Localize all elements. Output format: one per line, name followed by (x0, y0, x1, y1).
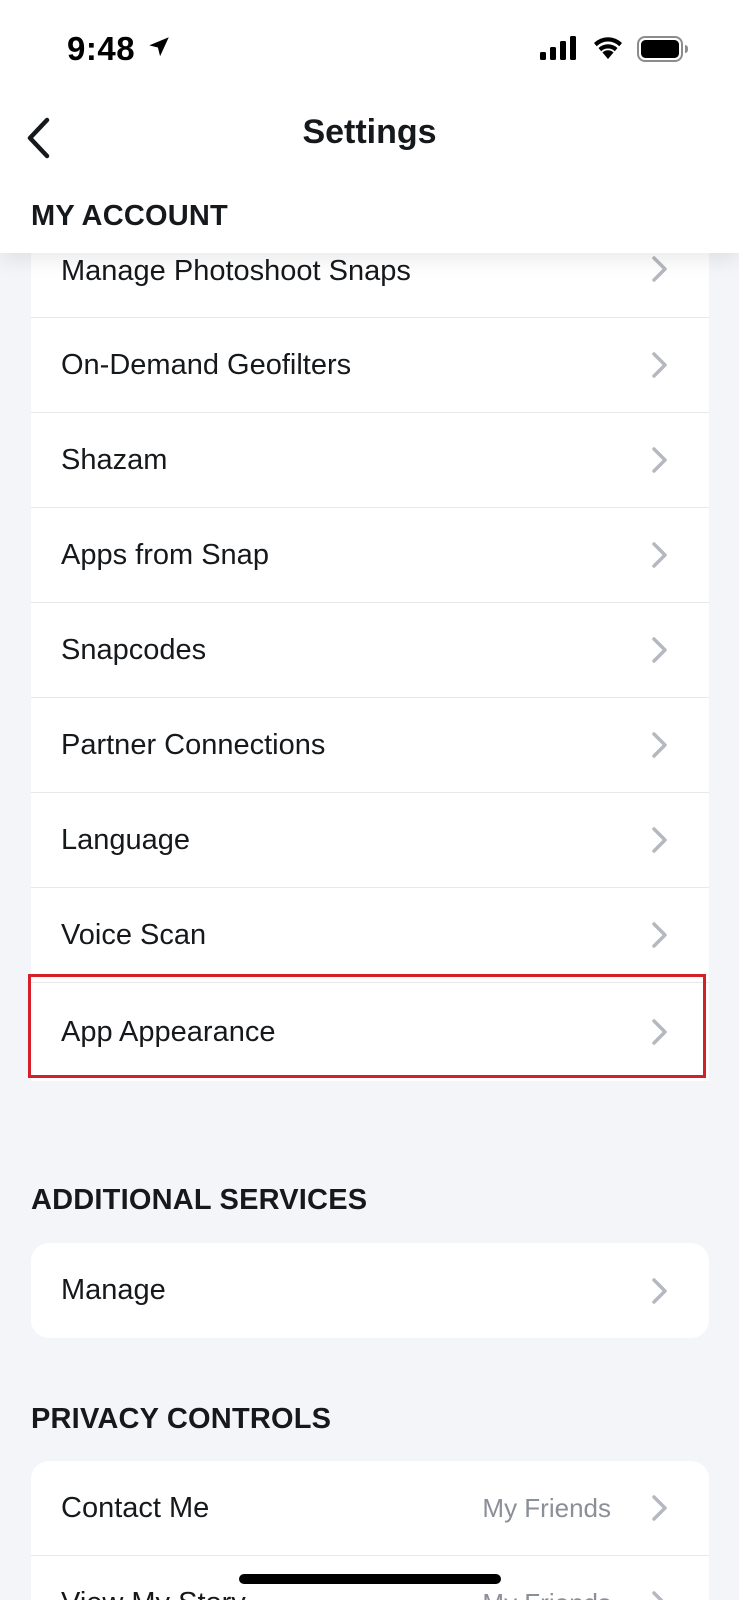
section-header-privacy-controls: PRIVACY CONTROLS (31, 1403, 332, 1435)
page-title: Settings (302, 113, 437, 151)
my-account-card: Manage Photoshoot Snaps On-Demand Geofil… (31, 233, 709, 1081)
chevron-right-icon (652, 542, 667, 568)
setting-row-label: Contact Me (61, 1491, 210, 1524)
setting-row-snapcodes[interactable]: Snapcodes (31, 603, 709, 698)
additional-services-card: Manage (31, 1243, 709, 1338)
setting-row-label: Language (61, 823, 191, 856)
setting-row-value: My Friends (482, 1588, 611, 1600)
home-indicator[interactable] (239, 1574, 501, 1584)
chevron-right-icon (652, 352, 667, 378)
chevron-right-icon (652, 732, 667, 758)
setting-row-label: View My Story (61, 1587, 246, 1600)
top-bar: 9:48 Settings MY ACCOUNT (0, 0, 739, 253)
setting-row-label: Shazam (61, 443, 168, 476)
section-header-additional-services: ADDITIONAL SERVICES (31, 1184, 368, 1216)
chevron-right-icon (652, 447, 667, 473)
setting-row-label: Partner Connections (61, 728, 326, 761)
setting-row-language[interactable]: Language (31, 793, 709, 888)
setting-row-label: Manage Photoshoot Snaps (61, 255, 411, 287)
setting-row-label: App Appearance (61, 1015, 276, 1048)
section-header-my-account: MY ACCOUNT (31, 200, 228, 232)
chevron-right-icon (652, 1277, 667, 1304)
cellular-signal-icon (540, 36, 576, 60)
setting-row-contact-me[interactable]: Contact Me My Friends (31, 1461, 709, 1556)
chevron-right-icon (652, 1019, 667, 1045)
setting-row-partner-connections[interactable]: Partner Connections (31, 698, 709, 793)
chevron-right-icon (652, 637, 667, 663)
setting-row-apps-from-snap[interactable]: Apps from Snap (31, 508, 709, 603)
chevron-right-icon (652, 922, 667, 948)
setting-row-label: Manage (61, 1274, 166, 1306)
location-arrow-icon (149, 37, 169, 57)
setting-row-manage[interactable]: Manage (31, 1243, 709, 1338)
setting-row-value: My Friends (482, 1492, 611, 1523)
setting-row-shazam[interactable]: Shazam (31, 413, 709, 508)
setting-row-on-demand-geofilters[interactable]: On-Demand Geofilters (31, 318, 709, 413)
setting-row-label: Voice Scan (61, 918, 207, 951)
setting-row-voice-scan[interactable]: Voice Scan (31, 888, 709, 983)
wifi-icon (594, 37, 622, 59)
battery-icon (637, 36, 688, 62)
chevron-right-icon (652, 1590, 664, 1600)
setting-row-label: Apps from Snap (61, 538, 269, 571)
setting-row-label: On-Demand Geofilters (61, 348, 352, 381)
status-time: 9:48 (67, 30, 136, 67)
setting-row-app-appearance[interactable]: App Appearance (31, 983, 709, 1081)
chevron-right-icon (652, 827, 667, 853)
chevron-right-icon (652, 1495, 667, 1521)
chevron-right-icon (652, 256, 667, 282)
setting-row-label: Snapcodes (61, 633, 207, 666)
